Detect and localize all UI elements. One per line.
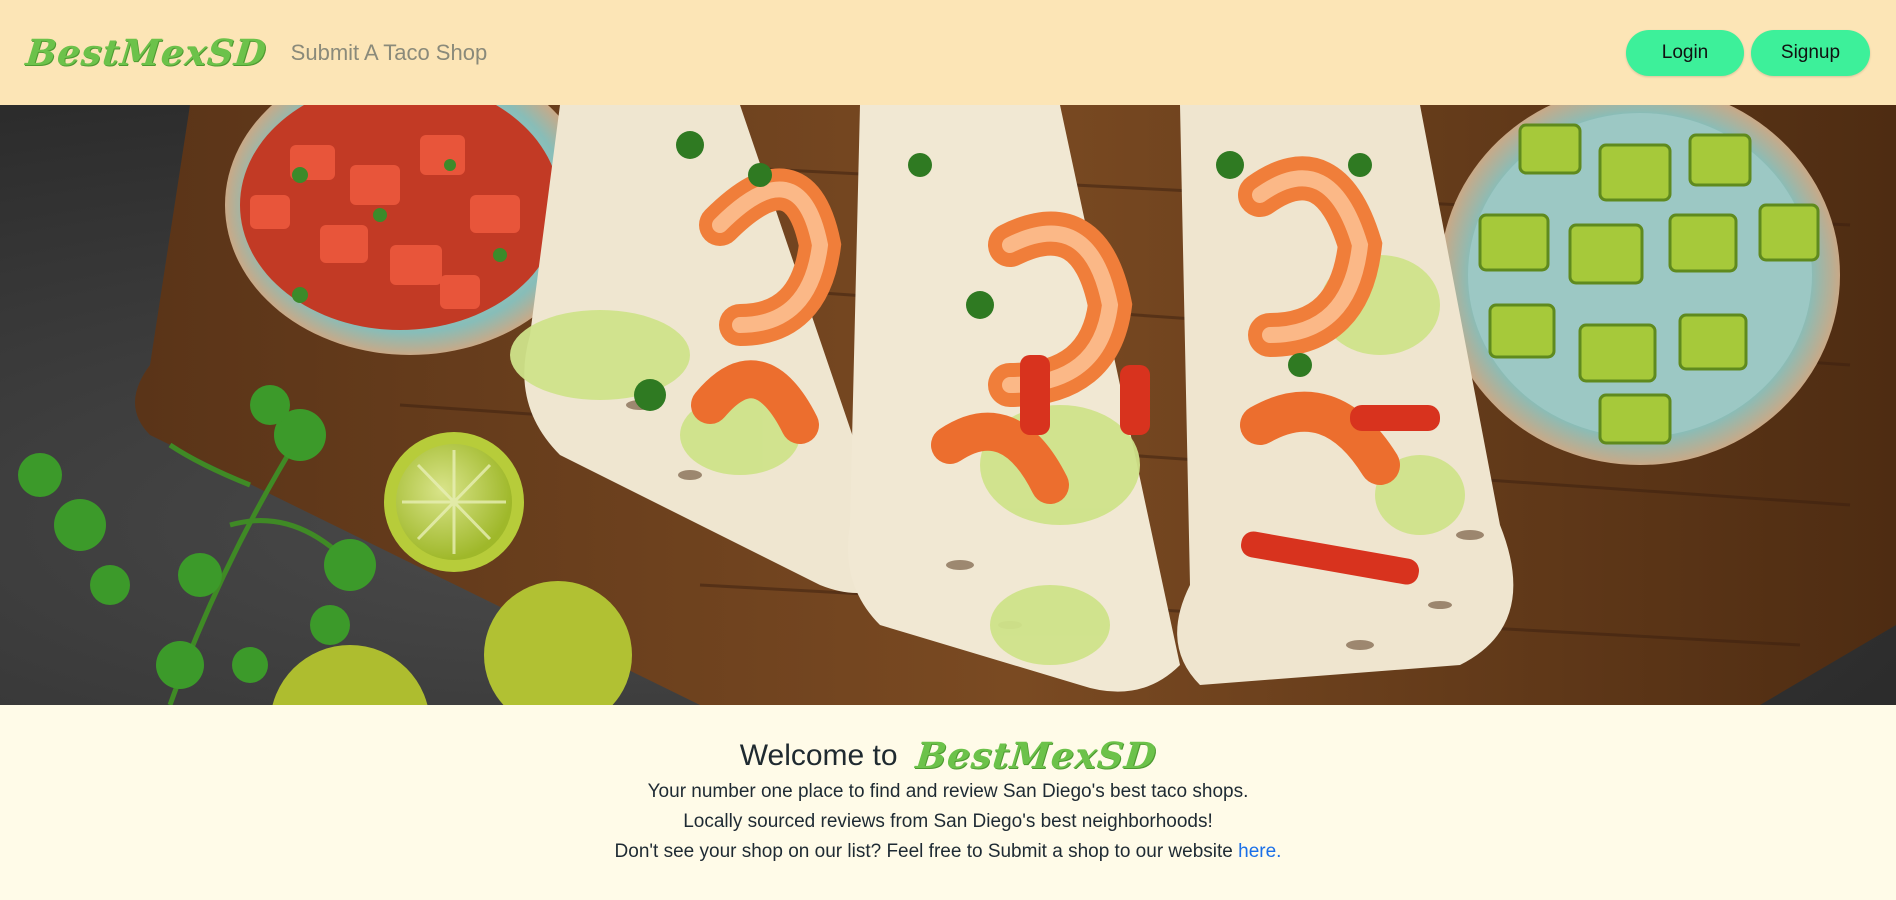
welcome-heading-prefix: Welcome to xyxy=(739,739,898,772)
submit-taco-shop-link[interactable]: Submit A Taco Shop xyxy=(291,40,488,66)
welcome-heading: Welcome to BestMexSD xyxy=(0,735,1896,777)
tagline-line-3-text: Don't see your shop on our list? Feel fr… xyxy=(614,841,1239,862)
hero-tacos-illustration xyxy=(0,105,1896,705)
tagline-line-2: Locally sourced reviews from San Diego's… xyxy=(683,811,1213,832)
login-button[interactable]: Login xyxy=(1626,29,1744,76)
submit-here-link[interactable]: here. xyxy=(1238,841,1281,862)
navbar: BestMexSD Submit A Taco Shop Login Signu… xyxy=(0,0,1896,105)
tagline-line-1: Your number one place to find and review… xyxy=(647,781,1249,802)
brand-logo[interactable]: BestMexSD xyxy=(24,32,269,74)
hero-banner-image xyxy=(0,105,1896,705)
signup-button[interactable]: Signup xyxy=(1751,29,1870,76)
welcome-brand-logo: BestMexSD xyxy=(913,735,1159,777)
welcome-section: Welcome to BestMexSD Your number one pla… xyxy=(0,705,1896,900)
tagline-line-3: Don't see your shop on our list? Feel fr… xyxy=(0,837,1896,867)
